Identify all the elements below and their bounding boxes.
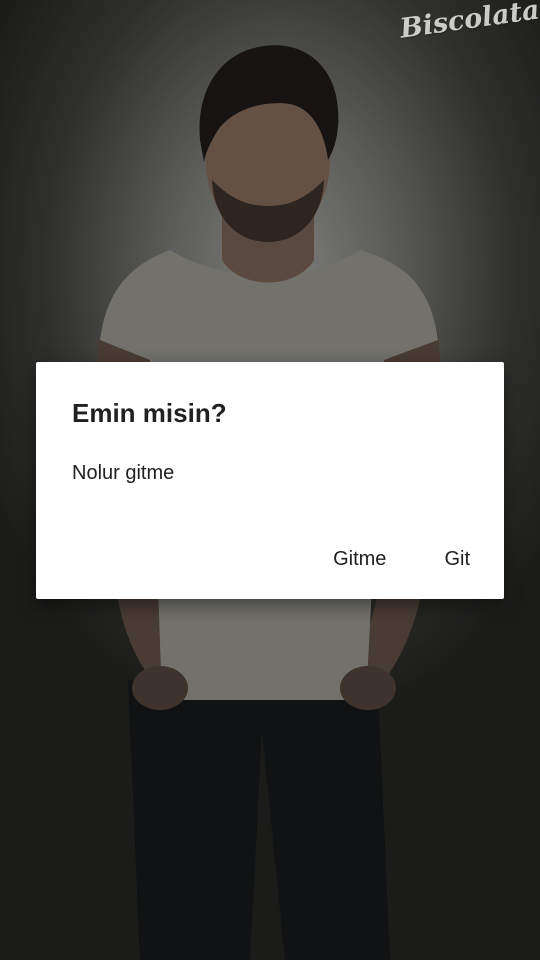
alert-dialog: Emin misin? Nolur gitme Gitme Git	[36, 362, 504, 599]
git-button[interactable]: Git	[432, 538, 482, 581]
dialog-actions: Gitme Git	[287, 519, 504, 599]
screen: Biscolata Emin misin? Nolur gitme Gitme …	[0, 0, 540, 960]
gitme-button[interactable]: Gitme	[321, 538, 398, 581]
dialog-title: Emin misin?	[72, 398, 227, 428]
dialog-message: Nolur gitme	[72, 462, 175, 484]
